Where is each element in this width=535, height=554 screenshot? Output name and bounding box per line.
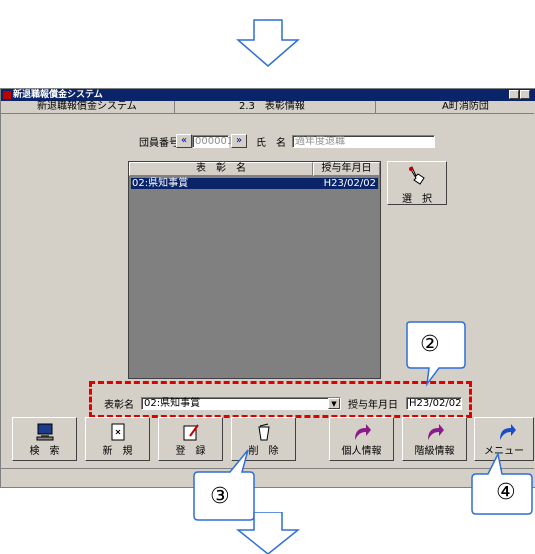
minimize-button[interactable] — [509, 90, 519, 99]
column-header-award: 表 彰 名 — [129, 162, 313, 176]
prev-member-button[interactable]: « — [176, 134, 192, 148]
maximize-button[interactable] — [520, 90, 530, 99]
new-button[interactable]: 新 規 — [85, 417, 150, 461]
rank-info-button[interactable]: 階級情報 — [402, 417, 467, 461]
next-member-button[interactable]: » — [231, 134, 247, 148]
member-number-label: 団員番号 — [139, 138, 179, 149]
list-item-date: H23/02/02 — [323, 178, 376, 189]
list-item-award: 02:県知事賞 — [132, 178, 189, 189]
curved-arrow-icon — [428, 424, 444, 440]
curved-arrow-icon — [355, 424, 371, 440]
curved-arrow-icon — [500, 424, 516, 440]
app-icon — [3, 91, 11, 99]
header-screen-name: 2.3 表彰情報 — [239, 101, 305, 112]
rank-info-button-label: 階級情報 — [414, 446, 455, 457]
member-number-field[interactable]: 000001 — [192, 135, 233, 148]
window-title: 新退職報償金システム — [13, 90, 103, 100]
header-system-name: 新退職報償金システム — [37, 101, 137, 112]
edit-document-icon — [183, 424, 199, 441]
personal-info-button[interactable]: 個人情報 — [329, 417, 394, 461]
callout-3-label: ③ — [210, 484, 230, 509]
list-item[interactable]: 02:県知事賞 H23/02/02 — [131, 178, 378, 189]
pointing-hand-icon — [409, 166, 425, 185]
search-button-label: 検 索 — [29, 446, 60, 457]
flow-down-arrow-bottom — [235, 512, 301, 554]
award-list[interactable]: 表 彰 名 授与年月日 02:県知事賞 H23/02/02 — [128, 161, 381, 379]
header-org-name: A町消防団 — [442, 101, 489, 112]
status-bar — [1, 468, 534, 485]
member-name-field[interactable]: 過年度退職 — [292, 135, 435, 148]
search-button[interactable]: 検 索 — [12, 417, 77, 461]
callout-4-label: ④ — [496, 480, 516, 505]
title-bar: 新退職報償金システム — [1, 89, 535, 101]
screen-header: 新退職報償金システム 2.3 表彰情報 A町消防団 — [1, 101, 534, 114]
callout-2-label: ② — [420, 332, 440, 357]
member-name-label: 氏 名 — [256, 138, 286, 149]
column-header-date: 授与年月日 — [313, 162, 380, 176]
flow-down-arrow-top — [235, 19, 301, 67]
select-button[interactable]: 選 択 — [387, 161, 447, 205]
new-button-label: 新 規 — [102, 446, 133, 457]
computer-icon — [36, 423, 54, 441]
new-document-icon — [111, 423, 125, 441]
personal-info-button-label: 個人情報 — [341, 446, 382, 457]
trash-icon — [258, 423, 270, 441]
select-button-label: 選 択 — [402, 194, 432, 205]
